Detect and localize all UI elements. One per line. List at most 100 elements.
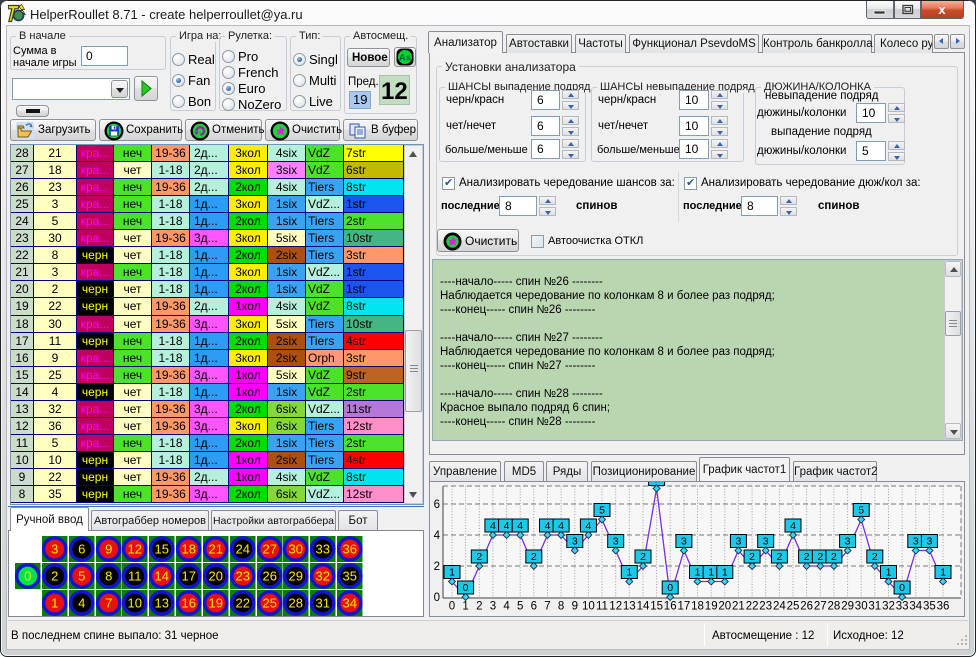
svg-text:3: 3	[913, 536, 919, 548]
svg-text:20: 20	[718, 601, 731, 613]
svg-text:3: 3	[926, 536, 932, 548]
svg-text:2: 2	[831, 551, 837, 563]
svg-text:20: 20	[209, 569, 223, 584]
svg-text:31: 31	[316, 596, 330, 611]
svg-text:32: 32	[882, 601, 895, 613]
svg-text:4: 4	[585, 520, 591, 532]
svg-text:19: 19	[209, 596, 223, 611]
svg-text:3: 3	[51, 542, 58, 557]
svg-text:12: 12	[128, 542, 142, 557]
svg-text:3: 3	[490, 601, 496, 613]
svg-text:3: 3	[763, 536, 769, 548]
svg-text:10: 10	[582, 601, 595, 613]
svg-text:29: 29	[841, 601, 854, 613]
svg-text:22: 22	[236, 596, 250, 611]
svg-text:27: 27	[263, 542, 277, 557]
svg-text:2: 2	[817, 551, 823, 563]
svg-text:2: 2	[804, 551, 810, 563]
svg-text:6: 6	[434, 499, 440, 511]
svg-text:2: 2	[872, 551, 878, 563]
svg-text:14: 14	[637, 601, 650, 613]
svg-text:9: 9	[105, 542, 112, 557]
svg-text:1: 1	[708, 567, 714, 579]
svg-text:3: 3	[613, 536, 619, 548]
svg-text:35: 35	[343, 569, 357, 584]
svg-text:1: 1	[695, 567, 701, 579]
svg-text:2: 2	[749, 551, 755, 563]
svg-text:11: 11	[596, 601, 608, 613]
svg-text:1: 1	[886, 567, 892, 579]
svg-text:2: 2	[434, 561, 440, 573]
svg-text:5: 5	[599, 505, 605, 517]
svg-text:1: 1	[449, 567, 455, 579]
svg-text:1: 1	[626, 567, 632, 579]
svg-text:4: 4	[504, 520, 510, 532]
svg-text:4: 4	[434, 530, 441, 542]
svg-text:13: 13	[155, 596, 169, 611]
svg-text:3: 3	[735, 536, 741, 548]
svg-text:8: 8	[105, 569, 112, 584]
svg-text:21: 21	[209, 542, 223, 557]
svg-text:8: 8	[558, 601, 564, 613]
svg-text:7: 7	[544, 601, 550, 613]
svg-text:34: 34	[343, 596, 357, 611]
svg-text:31: 31	[868, 601, 881, 613]
svg-text:4: 4	[490, 520, 496, 532]
svg-text:18: 18	[691, 601, 704, 613]
svg-text:24: 24	[236, 542, 250, 557]
svg-text:0: 0	[667, 582, 673, 594]
svg-text:4: 4	[517, 520, 523, 532]
svg-text:As: As	[399, 53, 411, 64]
svg-text:30: 30	[289, 542, 303, 557]
svg-text:23: 23	[236, 569, 250, 584]
svg-text:34: 34	[909, 601, 922, 613]
svg-text:35: 35	[923, 601, 936, 613]
svg-text:25: 25	[787, 601, 800, 613]
svg-text:26: 26	[263, 569, 277, 584]
svg-text:2: 2	[776, 551, 782, 563]
svg-text:11: 11	[128, 569, 142, 584]
svg-text:3: 3	[845, 536, 851, 548]
svg-text:32: 32	[316, 569, 330, 584]
svg-text:14: 14	[155, 569, 169, 584]
svg-text:28: 28	[289, 596, 303, 611]
svg-text:15: 15	[155, 542, 169, 557]
svg-text:4: 4	[558, 520, 564, 532]
svg-text:13: 13	[623, 601, 636, 613]
svg-text:0: 0	[24, 569, 31, 584]
svg-text:9: 9	[572, 601, 578, 613]
svg-text:5: 5	[78, 569, 85, 584]
svg-text:33: 33	[896, 601, 909, 613]
svg-text:16: 16	[182, 596, 196, 611]
svg-text:6: 6	[78, 542, 85, 557]
svg-text:18: 18	[182, 542, 196, 557]
svg-text:2: 2	[51, 569, 58, 584]
svg-text:2: 2	[640, 551, 646, 563]
svg-text:2: 2	[531, 551, 537, 563]
svg-text:27: 27	[814, 601, 827, 613]
svg-text:36: 36	[343, 542, 357, 557]
svg-text:4: 4	[503, 601, 510, 613]
svg-text:2: 2	[476, 551, 482, 563]
svg-text:7: 7	[105, 596, 112, 611]
svg-text:0: 0	[434, 592, 440, 604]
svg-text:26: 26	[800, 601, 813, 613]
svg-text:22: 22	[746, 601, 759, 613]
svg-text:36: 36	[937, 601, 950, 613]
svg-text:30: 30	[855, 601, 868, 613]
svg-text:0: 0	[449, 601, 455, 613]
svg-text:17: 17	[678, 601, 691, 613]
svg-text:5: 5	[517, 601, 523, 613]
svg-text:1: 1	[940, 567, 946, 579]
svg-text:2: 2	[476, 601, 482, 613]
svg-text:x: x	[938, 2, 946, 17]
svg-text:17: 17	[182, 569, 196, 584]
svg-text:1: 1	[51, 596, 58, 611]
svg-text:21: 21	[732, 601, 745, 613]
svg-text:4: 4	[545, 520, 551, 532]
svg-text:0: 0	[463, 582, 469, 594]
svg-text:25: 25	[263, 596, 277, 611]
svg-text:28: 28	[828, 601, 841, 613]
svg-text:12: 12	[609, 601, 622, 613]
svg-text:1: 1	[462, 601, 468, 613]
